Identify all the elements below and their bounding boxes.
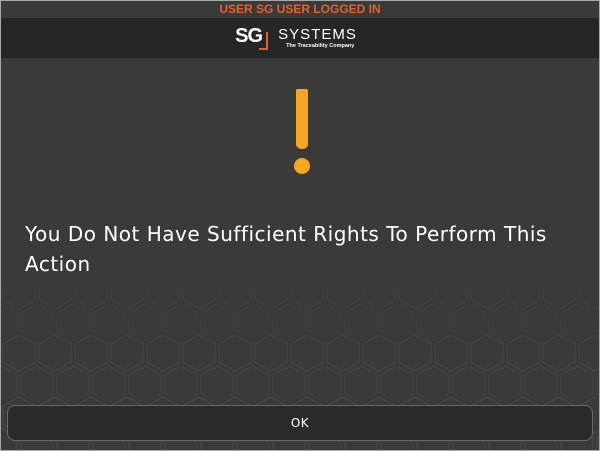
logo-bracket-icon [259,32,269,50]
logo-tagline: The Traceability Company [286,42,355,49]
header-bar: SG SYSTEMS The Traceability Company [1,18,599,58]
logo-title: SYSTEMS [278,25,357,43]
logged-in-status: USER SG USER LOGGED IN [1,1,599,18]
logo-mark-letters: SG [235,25,263,47]
logo-text: SYSTEMS The Traceability Company [278,27,357,50]
dialog-window: USER SG USER LOGGED IN SG SYSTEMS The Tr… [0,0,600,451]
logo-mark: SG [233,24,273,52]
company-logo: SG SYSTEMS The Traceability Company [233,24,357,52]
exclamation-dot [294,158,310,174]
ok-button[interactable]: OK [7,405,593,441]
exclamation-bar [296,89,308,149]
alert-message: You Do Not Have Sufficient Rights To Per… [25,222,547,276]
exclamation-icon [292,89,312,177]
